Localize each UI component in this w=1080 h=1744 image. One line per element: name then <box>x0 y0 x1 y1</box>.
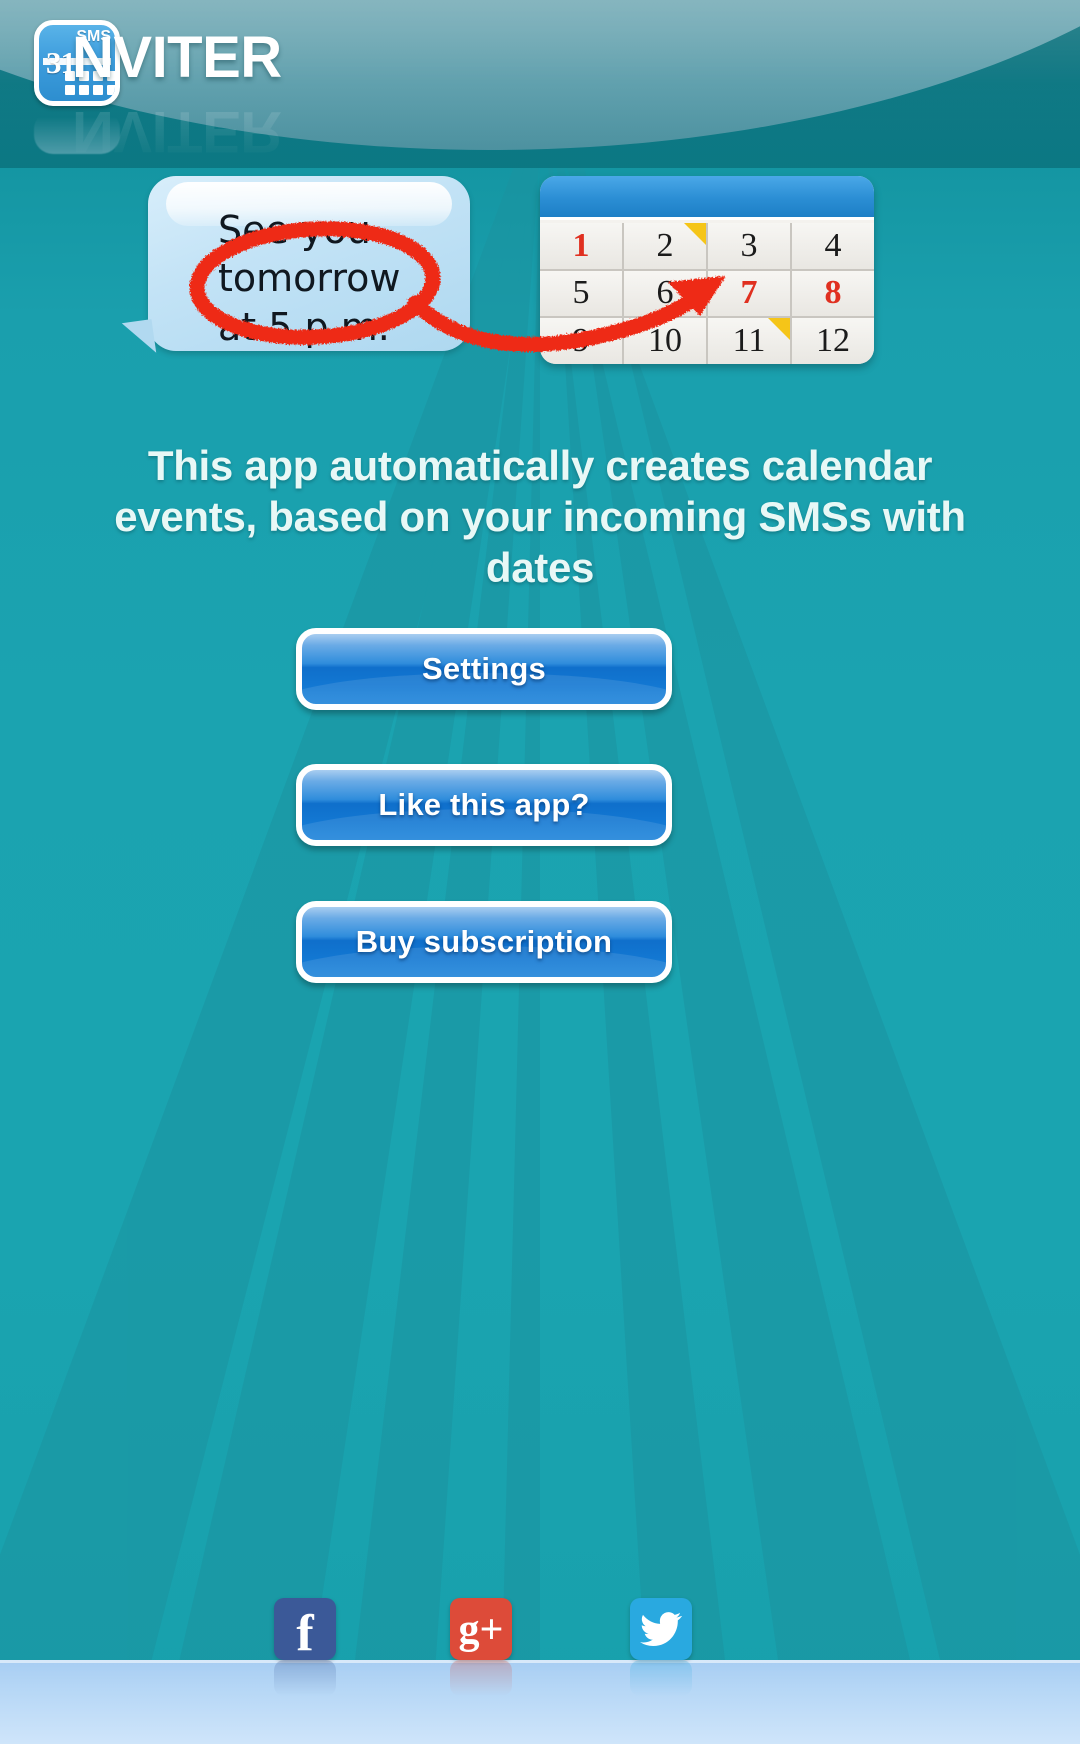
settings-button-label: Settings <box>422 651 546 686</box>
calendar-header-band <box>540 176 874 220</box>
calendar-day-marker-icon <box>768 318 790 341</box>
calendar-day-cell: 12 <box>792 318 874 364</box>
calendar-day-marker-icon <box>684 223 706 245</box>
app-screen: NVITER 31 SMS NVITER See you tomorrow at… <box>0 0 1080 1744</box>
calendar-day-number: 12 <box>816 322 850 360</box>
social-links: f g+ <box>0 1588 1080 1696</box>
buy-subscription-button[interactable]: Buy subscription <box>296 901 672 983</box>
sms-line-2: tomorrow <box>218 256 401 301</box>
calendar-day-number: 3 <box>740 226 758 264</box>
like-this-app-button[interactable]: Like this app? <box>296 764 672 846</box>
google-plus-glyph: g+ <box>458 1607 504 1653</box>
twitter-bird-glyph <box>640 1612 682 1646</box>
like-this-app-button-label: Like this app? <box>378 787 590 822</box>
calendar-day-number: 7 <box>740 274 758 312</box>
calendar-day-number: 2 <box>656 226 674 264</box>
facebook-icon-reflection <box>274 1660 336 1696</box>
calendar-day-number: 4 <box>824 226 842 264</box>
calendar-day-cell: 5 <box>540 270 622 317</box>
calendar-day-cell: 4 <box>792 223 874 269</box>
sms-line-3: at 5 p.m. <box>218 304 390 349</box>
buy-subscription-button-label: Buy subscription <box>355 924 613 959</box>
google-plus-icon[interactable]: g+ <box>450 1598 512 1696</box>
calendar-day-number: 1 <box>572 226 590 264</box>
hero-illustration: See you tomorrow at 5 p.m. 1 2 3 4 5 6 7 8 9 10 11… <box>0 168 1080 383</box>
sms-bubble-text: See you tomorrow at 5 p.m. <box>218 206 468 351</box>
sms-bubble: See you tomorrow at 5 p.m. <box>121 176 470 357</box>
calendar-day-number: 8 <box>824 274 842 312</box>
calendar-day-cell: 1 <box>540 223 622 269</box>
page-title: NVITER <box>72 25 282 90</box>
calendar-day-cell: 9 <box>540 318 622 364</box>
twitter-icon-reflection <box>630 1660 692 1696</box>
calendar-day-cell: 8 <box>792 270 874 317</box>
facebook-glyph: f <box>296 1604 314 1662</box>
calendar-day-cell: 11 <box>708 318 790 364</box>
calendar-day-cell: 7 <box>708 270 790 317</box>
calendar-day-cell: 2 <box>624 223 706 269</box>
calendar-day-cell: 10 <box>624 318 706 364</box>
sms-line-1: See you <box>218 208 371 252</box>
calendar-day-number: 9 <box>572 322 590 360</box>
google-plus-icon-reflection <box>450 1660 512 1696</box>
calendar-grid: 1 2 3 4 5 6 7 8 9 10 11 12 <box>540 223 874 364</box>
facebook-icon[interactable]: f <box>274 1598 336 1696</box>
calendar-day-cell: 3 <box>708 223 790 269</box>
settings-button[interactable]: Settings <box>296 628 672 710</box>
calendar-day-number: 10 <box>648 322 682 360</box>
calendar-day-cell: 6 <box>624 270 706 317</box>
calendar-illustration: 1 2 3 4 5 6 7 8 9 10 11 12 <box>540 176 874 364</box>
app-logo-reflection <box>34 110 120 154</box>
calendar-day-number: 11 <box>732 322 766 360</box>
app-header: NVITER 31 SMS NVITER <box>0 0 1080 168</box>
footer-surface <box>0 1660 1080 1744</box>
calendar-day-number: 6 <box>656 274 674 312</box>
calendar-day-number: 5 <box>572 274 590 312</box>
twitter-icon[interactable] <box>630 1598 692 1696</box>
app-description: This app automatically creates calendar … <box>114 442 966 592</box>
sms-bubble-tail <box>121 319 157 357</box>
